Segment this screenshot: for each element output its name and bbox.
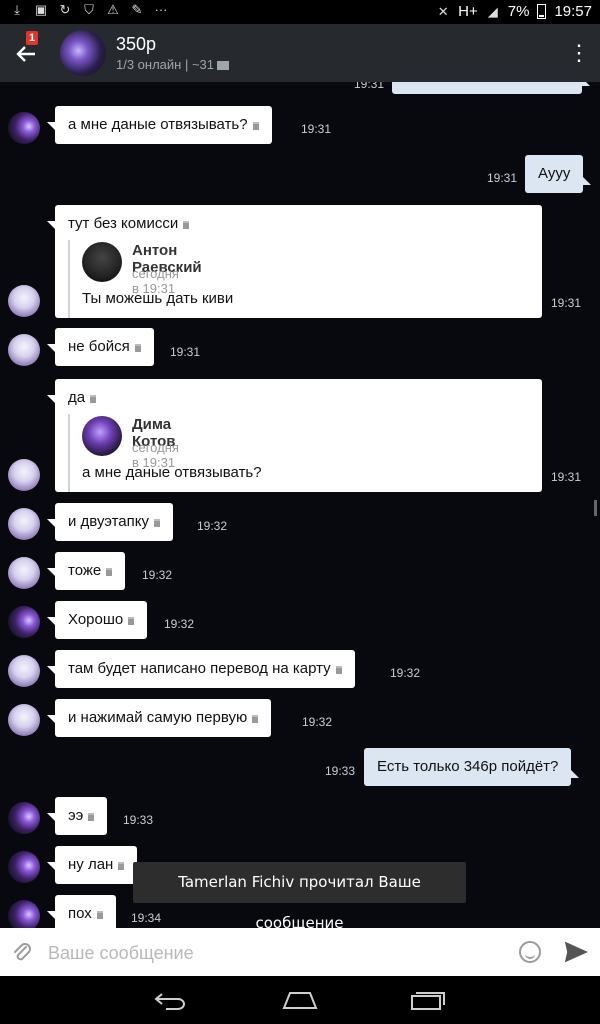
sender-avatar[interactable] xyxy=(8,285,40,317)
message-time: 19:31 xyxy=(170,345,201,359)
message-bubble[interactable]: не бойся xyxy=(47,328,154,366)
message-bubble-partial[interactable] xyxy=(392,82,590,94)
message-time: 19:31 xyxy=(551,470,582,484)
signal-icon: ◢ xyxy=(487,3,498,19)
sender-avatar[interactable] xyxy=(8,508,40,540)
overflow-menu-button[interactable]: ⋮ xyxy=(568,42,590,64)
paperclip-icon[interactable] xyxy=(12,941,32,963)
trash-icon xyxy=(118,862,125,870)
message-bubble[interactable]: тут без комисси Антон Раевский сегодня в… xyxy=(47,205,542,318)
message-time: 19:31 xyxy=(354,82,385,91)
message-bubble[interactable]: а мне даные отвязывать? xyxy=(47,106,272,144)
message-bubble[interactable]: ну лан xyxy=(46,846,138,884)
sender-avatar[interactable] xyxy=(8,802,40,834)
trash-icon xyxy=(183,221,190,229)
message-bubble[interactable]: Хорошо xyxy=(46,601,148,639)
arrow-back-icon xyxy=(16,46,35,62)
sync-icon: ↻ xyxy=(59,2,71,17)
message-time: 19:32 xyxy=(197,519,228,533)
forwarded-message[interactable]: Антон Раевский сегодня в 19:31 Ты можешь… xyxy=(68,240,233,318)
sender-avatar[interactable] xyxy=(8,459,40,491)
message-bubble[interactable]: тоже xyxy=(46,552,126,590)
sender-avatar[interactable] xyxy=(8,606,40,638)
sender-avatar[interactable] xyxy=(8,655,40,687)
chat-header: 1 350р 1/3 онлайн | ~31 ⋮ xyxy=(0,24,600,82)
message-bubble[interactable]: ээ xyxy=(46,797,108,835)
message-time: 19:34 xyxy=(131,911,162,925)
scrollbar[interactable] xyxy=(594,500,597,516)
trash-icon xyxy=(252,715,259,723)
nav-recents-icon[interactable] xyxy=(410,990,446,1010)
message-time: 19:32 xyxy=(302,715,333,729)
nav-home-icon[interactable] xyxy=(282,990,318,1010)
message-time: 19:33 xyxy=(325,764,356,778)
trash-icon xyxy=(106,568,113,576)
message-time: 19:31 xyxy=(487,171,518,185)
quoted-author-avatar xyxy=(82,416,122,456)
message-bubble[interactable]: да Дима Котов сегодня в 19:31 а мне даны… xyxy=(47,379,542,492)
emoji-icon[interactable] xyxy=(519,941,541,963)
more-notifications-icon: ··· xyxy=(154,2,168,17)
trash-icon xyxy=(90,395,97,403)
system-nav-bar xyxy=(0,976,600,1024)
sender-avatar[interactable] xyxy=(8,851,40,883)
sender-avatar[interactable] xyxy=(8,557,40,589)
nav-back-icon[interactable] xyxy=(154,990,188,1010)
send-button[interactable] xyxy=(564,940,588,964)
message-bubble-own[interactable]: Аууу xyxy=(525,155,592,193)
message-time: 19:32 xyxy=(142,568,173,582)
chat-title[interactable]: 350р xyxy=(116,34,156,55)
status-bar: ⤓ ▣ ↻ ⛉ ⚠ ✎ ··· ✕ H+ ◢ 7% 19:57 xyxy=(0,0,600,24)
warning-icon: ⚠ xyxy=(107,2,119,17)
message-bubble-own[interactable]: Есть только 346р пойдёт? xyxy=(364,748,580,786)
network-type: H+ xyxy=(458,3,478,20)
unread-badge: 1 xyxy=(26,31,39,45)
trash-icon xyxy=(88,813,95,821)
sender-avatar[interactable] xyxy=(8,704,40,736)
quoted-text: а мне даные отвязывать? xyxy=(82,464,262,481)
message-time: 19:32 xyxy=(164,617,195,631)
sender-avatar[interactable] xyxy=(8,334,40,366)
quoted-text: Ты можешь дать киви xyxy=(82,290,234,307)
trash-icon xyxy=(252,122,259,130)
message-bubble[interactable]: там будет написано перевод на карту xyxy=(47,650,355,688)
download-icon: ⤓ xyxy=(14,2,20,17)
message-bubble[interactable]: и нажимай самую первую xyxy=(46,699,272,737)
chat-subtitle: 1/3 онлайн | ~31 xyxy=(116,57,230,72)
read-receipt-toast: Tamerlan Fichiv прочитал Ваше сообщение xyxy=(133,862,466,932)
message-time: 19:32 xyxy=(390,666,421,680)
message-time: 19:31 xyxy=(551,296,582,310)
trash-icon xyxy=(96,911,103,919)
message-composer xyxy=(0,928,600,976)
message-bubble[interactable]: пох xyxy=(47,895,116,928)
sender-avatar[interactable] xyxy=(8,900,40,928)
message-time: 19:33 xyxy=(123,813,154,827)
sender-avatar[interactable] xyxy=(8,112,40,144)
trash-icon xyxy=(335,666,342,674)
message-list[interactable]: 19:31 а мне даные отвязывать? 19:31 Аууу… xyxy=(0,82,600,928)
battery-icon xyxy=(537,4,547,19)
wrench-icon: ✎ xyxy=(131,2,143,17)
chat-avatar[interactable] xyxy=(60,30,106,76)
forwarded-message[interactable]: Дима Котов сегодня в 19:31 а мне даные о… xyxy=(68,414,262,492)
message-input[interactable] xyxy=(46,940,490,966)
mute-icon: ✕ xyxy=(437,3,449,19)
trash-icon xyxy=(154,519,160,527)
envelope-icon xyxy=(217,61,230,70)
quoted-author-avatar xyxy=(82,242,122,282)
trash-icon xyxy=(134,344,141,352)
message-time: 19:31 xyxy=(301,122,332,136)
shield-icon: ⛉ xyxy=(84,2,94,17)
message-bubble[interactable]: и двуэтапку xyxy=(47,503,173,541)
clock: 19:57 xyxy=(554,3,592,20)
battery-percent: 7% xyxy=(507,3,530,20)
trash-icon xyxy=(128,617,135,625)
image-icon: ▣ xyxy=(34,2,48,17)
